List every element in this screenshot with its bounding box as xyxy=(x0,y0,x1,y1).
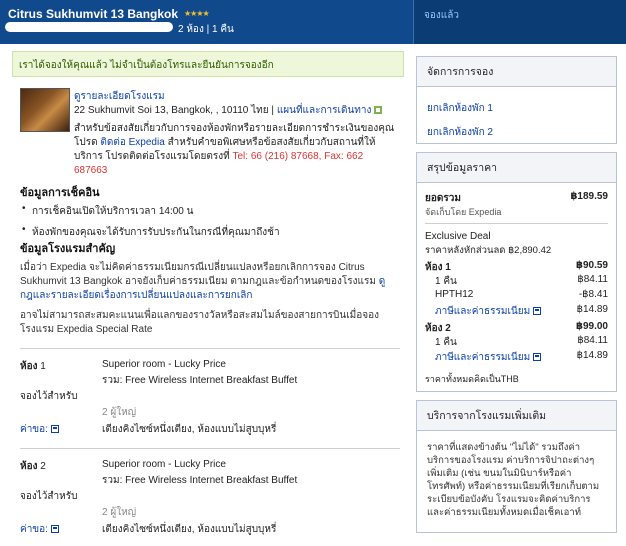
room-1-beds: เตียงคิงไซซ์หนึ่งเตียง, ห้องแบบไม่สูบบุห… xyxy=(102,424,277,435)
popup-icon xyxy=(50,525,59,534)
room-2-tax-link[interactable]: ภาษีและค่าธรรมเนียม xyxy=(435,352,530,363)
header-hotel-section: Citrus Sukhumvit 13 Bangkok ★★★★ 2 ห้อง … xyxy=(0,0,414,44)
promo-row: HPTH12 -฿8.41 xyxy=(435,289,608,300)
redacted-dates xyxy=(5,22,173,32)
room-2-guests: 2 ผู้ใหญ่ xyxy=(102,507,137,518)
hotel-extras-text: ราคาที่แสดงข้างต้น "ไม่ได้" รวมถึงค่าบริ… xyxy=(427,442,600,518)
room-2-beds: เตียงคิงไซซ์หนึ่งเตียง, ห้องแบบไม่สูบบุห… xyxy=(102,524,277,535)
contact-expedia-link[interactable]: ติดต่อ Expedia xyxy=(100,137,164,148)
room-1-tax-row: ภาษีและค่าธรรมเนียม ฿14.89 xyxy=(435,304,608,317)
room-2-amenities: รวม: Free Wireless Internet Breakfast Bu… xyxy=(102,475,298,486)
room-1-fees[interactable]: ค่าขอ: xyxy=(20,422,59,437)
cancel-room-1-link[interactable]: ยกเลิกห้องพัก 1 xyxy=(427,103,493,114)
divider xyxy=(425,223,608,224)
hotel-contact-note: สำหรับข้อสงสัยเกี่ยวกับการจองห้องพักหรือ… xyxy=(74,123,395,176)
room-2-price-row: ห้อง 2 ฿99.00 xyxy=(425,321,608,334)
room-1-label: ห้อง 1 xyxy=(20,361,46,372)
room-2-night-row: 1 คืน ฿84.11 xyxy=(435,335,608,348)
hotel-photo[interactable] xyxy=(20,88,70,132)
manage-booking-title: จัดการการจอง xyxy=(417,57,616,87)
booking-header: Citrus Sukhumvit 13 Bangkok ★★★★ 2 ห้อง … xyxy=(0,0,626,44)
important-info-title: ข้อมูลโรงแรมสำคัญ xyxy=(20,243,116,255)
popup-icon xyxy=(532,307,541,316)
cancellation-policy: เมื่อว่า Expedia จะไม่คิดค่าธรรมเนียมกรณ… xyxy=(20,262,386,301)
checkin-title: ข้อมูลการเช็คอิน xyxy=(20,187,100,199)
room-2-type: Superior room - Lucky Price xyxy=(102,459,226,470)
price-summary-title: สรุปข้อมูลราคา xyxy=(417,153,616,183)
hotel-address-line: 22 Sukhumvit Soi 13, Bangkok, , 10110 ไท… xyxy=(74,103,383,118)
room-2-label: ห้อง 2 xyxy=(20,461,46,472)
room-2-fees[interactable]: ค่าขอ: xyxy=(20,522,59,537)
room-1-reserved-for: จองไว้สำหรับ xyxy=(20,391,78,402)
room-1-amenities: รวม: Free Wireless Internet Breakfast Bu… xyxy=(102,375,298,386)
room-2-reserved-for: จองไว้สำหรับ xyxy=(20,491,78,502)
confirmation-message: เราได้จองให้คุณแล้ว ไม่จำเป็นต้องโทรและย… xyxy=(12,51,404,77)
room-2-tax-row: ภาษีและค่าธรรมเนียม ฿14.89 xyxy=(435,350,608,363)
map-link[interactable]: แผนที่และการเดินทาง xyxy=(277,105,372,116)
star-rating-icon: ★★★★ xyxy=(184,9,210,18)
hotel-name: Citrus Sukhumvit 13 Bangkok xyxy=(8,7,179,21)
room-1-tax-link[interactable]: ภาษีและค่าธรรมเนียม xyxy=(435,306,530,317)
price-summary-panel: สรุปข้อมูลราคา ยอดรวม ฿189.59 จัดเก็บโดย … xyxy=(416,152,617,392)
room-1-price-row: ห้อง 1 ฿90.59 xyxy=(425,260,608,273)
room-2-block: ห้อง 2 Superior room - Lucky Price รวม: … xyxy=(20,448,400,546)
popup-icon xyxy=(50,425,59,434)
total-row: ยอดรวม ฿189.59 xyxy=(425,191,608,204)
popup-icon xyxy=(532,353,541,362)
cancel-room-2-link[interactable]: ยกเลิกห้องพัก 2 xyxy=(427,127,493,138)
currency-note: ราคาทั้งหมดคิดเป็นTHB xyxy=(425,374,519,384)
hotel-extras-panel: บริการจากโรงแรมเพิ่มเติม ราคาที่แสดงข้าง… xyxy=(416,400,617,533)
hotel-extras-title: บริการจากโรงแรมเพิ่มเติม xyxy=(417,401,616,431)
late-arrival-guarantee: ห้องพักของคุณจะได้รับการรับประกันในกรณีท… xyxy=(22,224,280,240)
room-1-block: ห้อง 1 Superior room - Lucky Price รวม: … xyxy=(20,348,400,448)
map-icon xyxy=(374,106,383,115)
room-1-guests: 2 ผู้ใหญ่ xyxy=(102,407,137,418)
checkin-time: การเช็คอินเปิดให้บริการเวลา 14:00 น xyxy=(22,203,280,219)
rooms-nights-summary: 2 ห้อง | 1 คืน xyxy=(178,24,234,35)
loyalty-note: อาจไม่สามารถสะสมคะแนนเพื่อแลกของรางวัลหร… xyxy=(20,310,379,335)
deal-label: Exclusive Deal xyxy=(425,231,491,242)
hotel-details-link[interactable]: ดูรายละเอียดโรงแรม xyxy=(74,89,165,104)
total-value: ฿189.59 xyxy=(570,191,608,202)
manage-booking-panel: จัดการการจอง ยกเลิกห้องพัก 1 ยกเลิกห้องพ… xyxy=(416,56,617,144)
hotel-address: 22 Sukhumvit Soi 13, Bangkok, , 10110 ไท… xyxy=(74,105,269,116)
room-1-type: Superior room - Lucky Price xyxy=(102,359,226,370)
room-1-night-row: 1 คืน ฿84.11 xyxy=(435,274,608,287)
collected-by: จัดเก็บโดย Expedia xyxy=(425,207,502,217)
booking-status: จองแล้ว xyxy=(424,10,459,21)
deal-note: ราคาหลังหักส่วนลด ฿2,890.42 xyxy=(425,245,552,256)
